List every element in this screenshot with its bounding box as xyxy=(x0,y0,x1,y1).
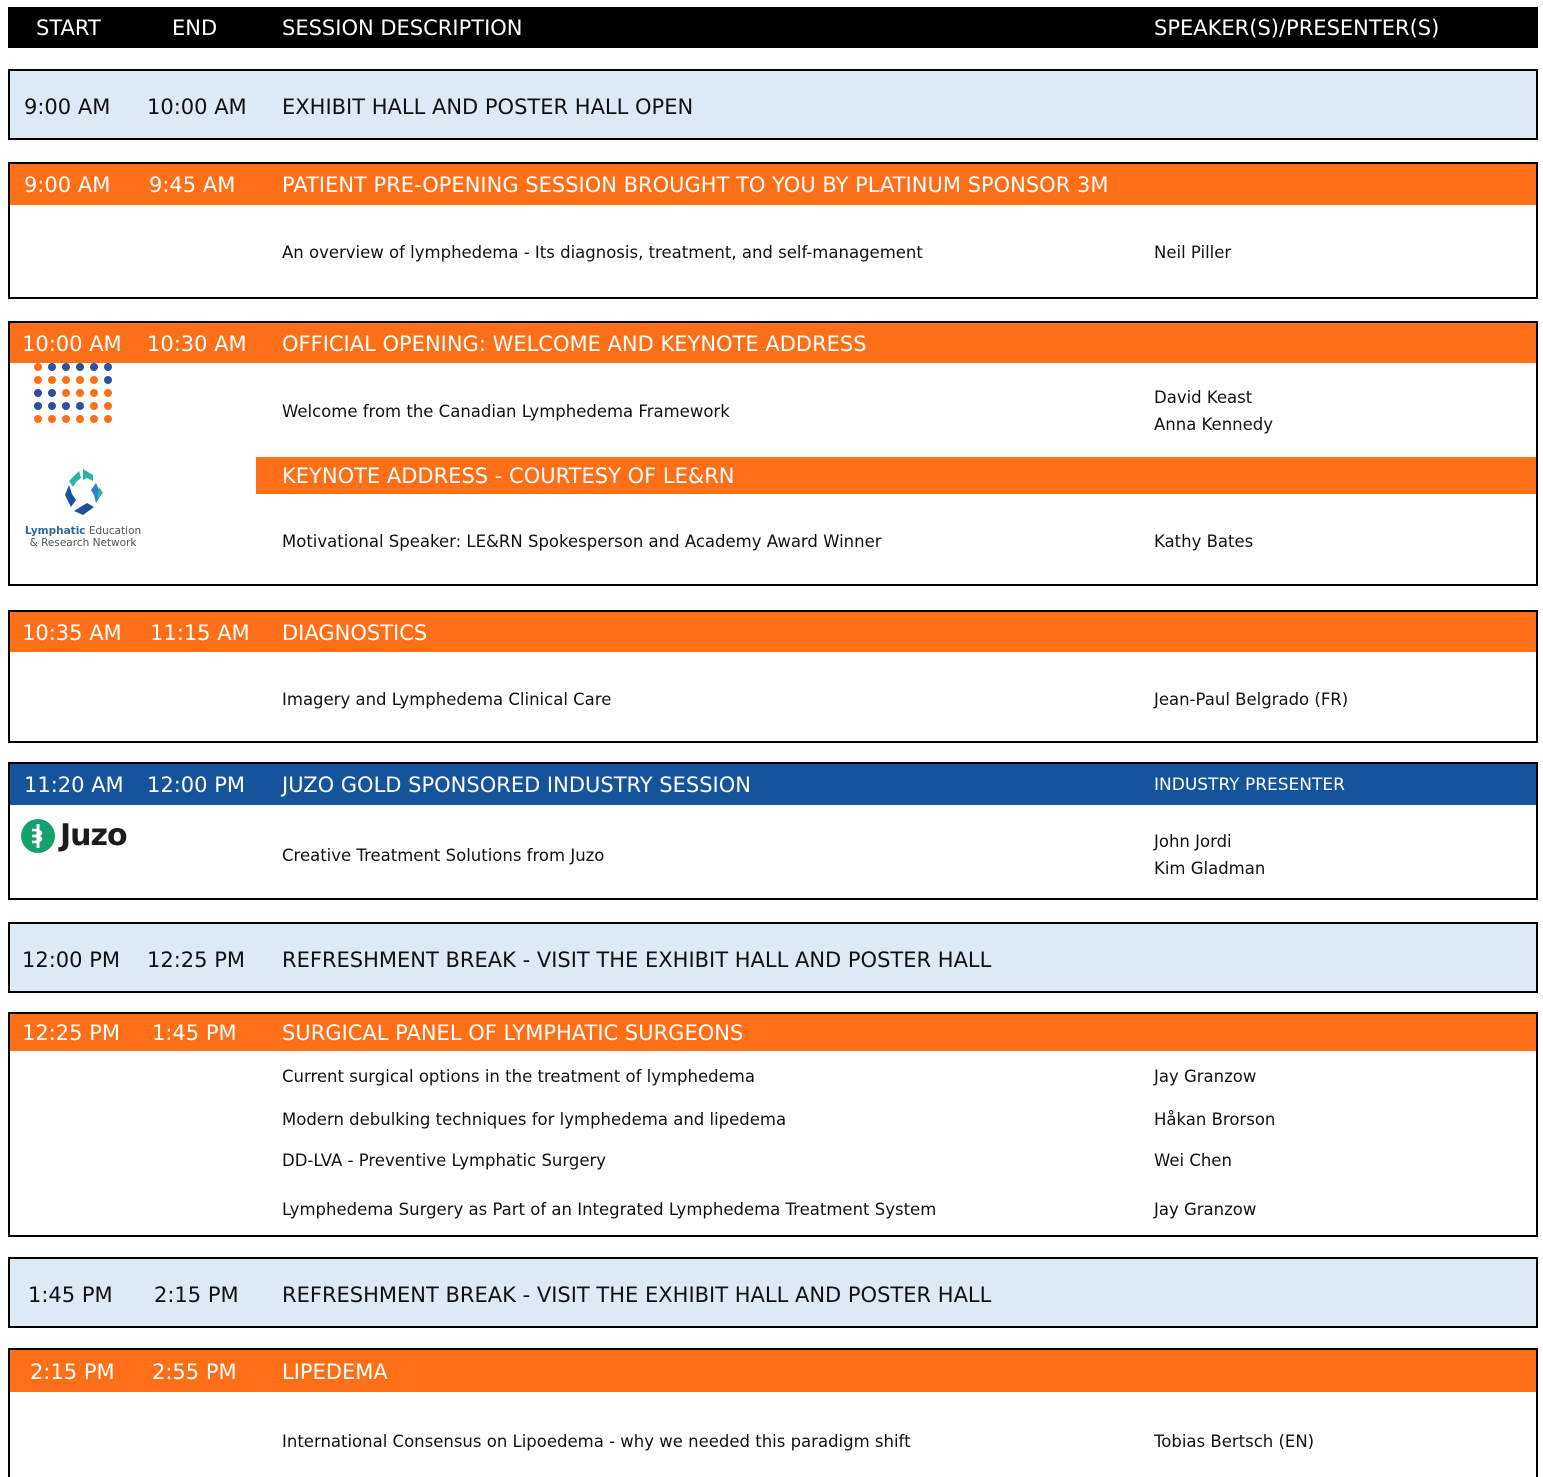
schedule-header: START END SESSION DESCRIPTION SPEAKER(S)… xyxy=(8,7,1538,48)
lern-caption: Lymphatic Education & Research Network xyxy=(18,525,148,549)
session-juzo-industry: 11:20 AM 12:00 PM JUZO GOLD SPONSORED IN… xyxy=(8,762,1538,900)
keynote-title: KEYNOTE ADDRESS - COURTESY OF LE&RN xyxy=(282,464,735,488)
session-header: 10:00 AM 10:30 AM OFFICIAL OPENING: WELC… xyxy=(10,323,1536,363)
session-title: SURGICAL PANEL OF LYMPHATIC SURGEONS xyxy=(282,1021,744,1045)
start-time: 12:25 PM xyxy=(22,1021,120,1045)
session-refreshment-break-2: 1:45 PM 2:15 PM REFRESHMENT BREAK - VISI… xyxy=(8,1257,1538,1328)
header-description: SESSION DESCRIPTION xyxy=(282,16,523,40)
speaker: Jean-Paul Belgrado (FR) xyxy=(1154,690,1349,709)
session-row: 9:00 AM 10:00 AM EXHIBIT HALL AND POSTER… xyxy=(10,71,1536,138)
session-header: 12:25 PM 1:45 PM SURGICAL PANEL OF LYMPH… xyxy=(10,1014,1536,1051)
end-time: 11:15 AM xyxy=(150,621,250,645)
speaker: David Keast xyxy=(1154,388,1253,407)
session-title: EXHIBIT HALL AND POSTER HALL OPEN xyxy=(282,95,694,119)
canadian-lymphedema-framework-logo xyxy=(34,363,112,423)
end-time: 9:45 AM xyxy=(149,173,236,197)
session-title: LIPEDEMA xyxy=(282,1360,388,1384)
end-time: 12:25 PM xyxy=(147,948,245,972)
talk-description: Current surgical options in the treatmen… xyxy=(282,1067,755,1086)
session-title: REFRESHMENT BREAK - VISIT THE EXHIBIT HA… xyxy=(282,948,992,972)
end-time: 1:45 PM xyxy=(152,1021,237,1045)
speaker: Tobias Bertsch (EN) xyxy=(1154,1432,1315,1451)
session-lipedema: 2:15 PM 2:55 PM LIPEDEMA International C… xyxy=(8,1348,1538,1477)
start-time: 2:15 PM xyxy=(30,1360,115,1384)
talk-description: An overview of lymphedema - Its diagnosi… xyxy=(282,243,923,262)
session-header: 10:35 AM 11:15 AM DIAGNOSTICS xyxy=(10,612,1536,652)
end-time: 10:00 AM xyxy=(147,95,247,119)
session-title: PATIENT PRE-OPENING SESSION BROUGHT TO Y… xyxy=(282,173,1109,197)
session-row: 12:00 PM 12:25 PM REFRESHMENT BREAK - VI… xyxy=(10,924,1536,991)
talk-description: Imagery and Lymphedema Clinical Care xyxy=(282,690,612,709)
talk-description: Lymphedema Surgery as Part of an Integra… xyxy=(282,1200,937,1219)
lern-name-2: Education xyxy=(88,525,142,537)
session-header: 11:20 AM 12:00 PM JUZO GOLD SPONSORED IN… xyxy=(10,764,1536,805)
session-exhibit-open: 9:00 AM 10:00 AM EXHIBIT HALL AND POSTER… xyxy=(8,69,1538,140)
speaker: Neil Piller xyxy=(1154,243,1232,262)
dot-grid xyxy=(34,363,112,423)
talk-description: International Consensus on Lipoedema - w… xyxy=(282,1432,911,1451)
talk-description: Creative Treatment Solutions from Juzo xyxy=(282,846,605,865)
speaker: Håkan Brorson xyxy=(1154,1110,1276,1129)
talk-description: Welcome from the Canadian Lymphedema Fra… xyxy=(282,402,730,421)
speaker: Kathy Bates xyxy=(1154,532,1254,551)
lern-logo: Lymphatic Education & Research Network xyxy=(18,461,148,561)
session-row: 1:45 PM 2:15 PM REFRESHMENT BREAK - VISI… xyxy=(10,1259,1536,1326)
speaker: Jay Granzow xyxy=(1154,1067,1257,1086)
start-time: 10:00 AM xyxy=(22,332,122,356)
industry-presenter-label: INDUSTRY PRESENTER xyxy=(1154,775,1345,795)
session-title: JUZO GOLD SPONSORED INDUSTRY SESSION xyxy=(282,773,751,797)
start-time: 9:00 AM xyxy=(24,173,111,197)
speaker: Kim Gladman xyxy=(1154,859,1266,878)
session-header: 2:15 PM 2:55 PM LIPEDEMA xyxy=(10,1350,1536,1392)
speaker: Wei Chen xyxy=(1154,1151,1232,1170)
header-speakers: SPEAKER(S)/PRESENTER(S) xyxy=(1154,16,1440,40)
talk-description: Motivational Speaker: LE&RN Spokesperson… xyxy=(282,532,882,551)
header-end: END xyxy=(172,16,218,40)
end-time: 12:00 PM xyxy=(147,773,245,797)
session-title: DIAGNOSTICS xyxy=(282,621,428,645)
session-diagnostics: 10:35 AM 11:15 AM DIAGNOSTICS Imagery an… xyxy=(8,610,1538,743)
end-time: 2:55 PM xyxy=(152,1360,237,1384)
juzo-wordmark: Juzo xyxy=(60,818,128,853)
lern-name-3: & Research Network xyxy=(29,537,137,549)
speaker: John Jordi xyxy=(1154,832,1232,851)
keynote-subheader: KEYNOTE ADDRESS - COURTESY OF LE&RN xyxy=(256,457,1536,494)
session-title: OFFICIAL OPENING: WELCOME AND KEYNOTE AD… xyxy=(282,332,867,356)
session-surgical-panel: 12:25 PM 1:45 PM SURGICAL PANEL OF LYMPH… xyxy=(8,1012,1538,1237)
speaker: Anna Kennedy xyxy=(1154,415,1274,434)
start-time: 12:00 PM xyxy=(22,948,120,972)
start-time: 9:00 AM xyxy=(24,95,111,119)
lern-mark-icon xyxy=(65,469,103,515)
session-patient-pre-opening: 9:00 AM 9:45 AM PATIENT PRE-OPENING SESS… xyxy=(8,162,1538,299)
session-official-opening: 10:00 AM 10:30 AM OFFICIAL OPENING: WELC… xyxy=(8,321,1538,586)
speaker: Jay Granzow xyxy=(1154,1200,1257,1219)
juzo-logo: Juzo xyxy=(20,816,170,856)
end-time: 10:30 AM xyxy=(147,332,247,356)
start-time: 11:20 AM xyxy=(24,773,124,797)
session-refreshment-break-1: 12:00 PM 12:25 PM REFRESHMENT BREAK - VI… xyxy=(8,922,1538,993)
start-time: 1:45 PM xyxy=(28,1283,113,1307)
juzo-emblem-icon xyxy=(21,819,55,853)
talk-description: Modern debulking techniques for lymphede… xyxy=(282,1110,787,1129)
end-time: 2:15 PM xyxy=(154,1283,239,1307)
start-time: 10:35 AM xyxy=(22,621,122,645)
session-title: REFRESHMENT BREAK - VISIT THE EXHIBIT HA… xyxy=(282,1283,992,1307)
talk-description: DD-LVA - Preventive Lymphatic Surgery xyxy=(282,1151,607,1170)
header-start: START xyxy=(36,16,101,40)
lern-name-1: Lymphatic xyxy=(24,525,86,537)
session-header: 9:00 AM 9:45 AM PATIENT PRE-OPENING SESS… xyxy=(10,164,1536,205)
